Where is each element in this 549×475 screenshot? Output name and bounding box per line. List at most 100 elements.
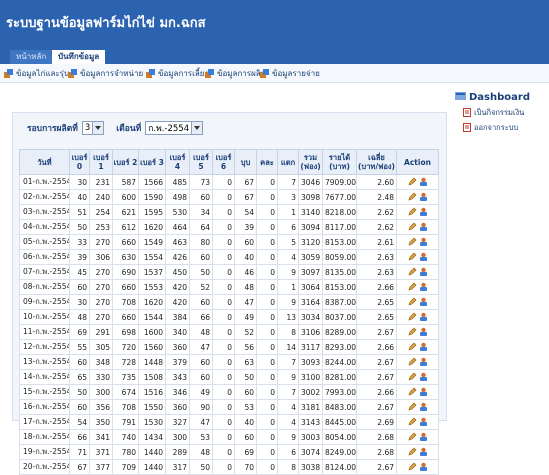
value-cell: 464 [165,219,190,235]
edit-icon[interactable] [408,372,417,383]
batch-label: รอบการผลิตที่ [27,124,78,134]
value-cell: 0 [212,414,235,430]
user-delete-icon[interactable] [419,447,428,458]
tab-record-data[interactable]: บันทึกข้อมูล [52,50,106,64]
value-cell: 0 [212,234,235,250]
edit-icon[interactable] [408,207,417,218]
value-cell: 0 [256,249,278,265]
value-cell: 40 [69,189,90,205]
table-row: 05-ก.พ.-2554 33 270 660 1549 463 80 0 60 0 5 3120 81… [19,234,439,250]
user-delete-icon[interactable] [419,432,428,443]
value-cell: 420 [165,294,190,310]
table-row: 20-ก.พ.-2554 67 377 709 1440 317 50 0 70 0 8 3038 81… [19,459,439,475]
edit-icon[interactable] [408,192,417,203]
edit-icon[interactable] [408,297,417,308]
document-icon [463,107,471,119]
action-cell [396,249,439,265]
value-cell: 426 [165,249,190,265]
edit-icon[interactable] [408,267,417,278]
user-delete-icon[interactable] [419,402,428,413]
user-delete-icon[interactable] [419,177,428,188]
value-cell: 0 [256,309,278,325]
user-delete-icon[interactable] [419,237,428,248]
edit-icon[interactable] [408,282,417,293]
user-delete-icon[interactable] [419,357,428,368]
value-cell: 270 [89,279,113,295]
user-delete-icon[interactable] [419,282,428,293]
sidebar-link-logout[interactable]: ออกจากระบบ [463,122,549,134]
user-delete-icon[interactable] [419,312,428,323]
edit-icon[interactable] [408,312,417,323]
sidebar-link-finance[interactable]: เป็นกิจกรรมเงิน [463,107,549,119]
action-cell [396,174,439,190]
value-cell: 0 [256,324,278,340]
value-cell: 371 [89,444,113,460]
action-cell [396,294,439,310]
date-cell: 07-ก.พ.-2554 [19,264,70,280]
user-delete-icon[interactable] [419,207,428,218]
table-row: 18-ก.พ.-2554 66 341 740 1434 300 53 0 60 0 9 3003 80… [19,429,439,445]
edit-icon[interactable] [408,357,417,368]
tab-home[interactable]: หน้าหลัก [10,50,53,64]
value-cell: 1600 [138,324,166,340]
edit-icon[interactable] [408,417,417,428]
user-delete-icon[interactable] [419,192,428,203]
edit-icon[interactable] [408,402,417,413]
dashboard-title-row[interactable]: Dashboard [455,91,549,104]
value-cell: 317 [165,459,190,475]
toolbar-item-expense[interactable]: ข้อมูลรายจ่าย [260,67,320,80]
user-delete-icon[interactable] [419,462,428,473]
user-delete-icon[interactable] [419,417,428,428]
edit-icon[interactable] [408,387,417,398]
edit-icon[interactable] [408,252,417,263]
edit-icon[interactable] [408,177,417,188]
value-cell: 3059 [298,249,323,265]
value-cell: 3098 [298,189,323,205]
value-cell: 0 [256,234,278,250]
chevron-down-icon [191,122,203,134]
toolbar-item-sales[interactable]: ข้อมูลการจำหน่าย [68,67,143,80]
value-cell: 34 [189,204,213,220]
user-delete-icon[interactable] [419,342,428,353]
value-cell: 50 [234,369,257,385]
value-cell: 0 [212,264,235,280]
value-cell: 7 [277,384,299,400]
batch-select[interactable]: 3 [81,121,105,135]
user-delete-icon[interactable] [419,252,428,263]
value-cell: 740 [112,429,139,445]
user-delete-icon[interactable] [419,222,428,233]
edit-icon[interactable] [408,432,417,443]
user-delete-icon[interactable] [419,387,428,398]
month-select[interactable]: ก.พ.-2554 [145,121,204,135]
toolbar-item-production[interactable]: ข้อมูลการผลิต [205,67,266,80]
edit-icon[interactable] [408,447,417,458]
value-cell: 0 [256,399,278,415]
date-cell: 09-ก.พ.-2554 [19,294,70,310]
edit-icon[interactable] [408,342,417,353]
edit-icon[interactable] [408,462,417,473]
edit-icon[interactable] [408,237,417,248]
dashboard-title: Dashboard [469,92,530,103]
value-cell: 3120 [298,234,323,250]
user-delete-icon[interactable] [419,327,428,338]
toolbar-item-raising[interactable]: ข้อมูลการเลี้ยง [146,67,208,80]
value-cell: 306 [89,249,113,265]
value-cell: 360 [165,339,190,355]
value-cell: 50 [69,219,90,235]
value-cell: 6 [277,444,299,460]
toolbar-item-chicken-batch[interactable]: ข้อมูลไก่และรุ่น [4,67,69,80]
value-cell: 253 [89,219,113,235]
table-row: 14-ก.พ.-2554 65 330 735 1508 343 60 0 50 0 9 3100 82… [19,369,439,385]
edit-icon[interactable] [408,222,417,233]
value-cell: 52 [189,279,213,295]
user-delete-icon[interactable] [419,372,428,383]
value-cell: 1 [277,279,299,295]
edit-icon[interactable] [408,327,417,338]
value-cell: 530 [165,204,190,220]
value-cell: 0 [212,219,235,235]
dashboard-icon [455,91,466,104]
user-delete-icon[interactable] [419,297,428,308]
date-cell: 14-ก.พ.-2554 [19,369,70,385]
user-delete-icon[interactable] [419,267,428,278]
value-cell: 0 [212,189,235,205]
